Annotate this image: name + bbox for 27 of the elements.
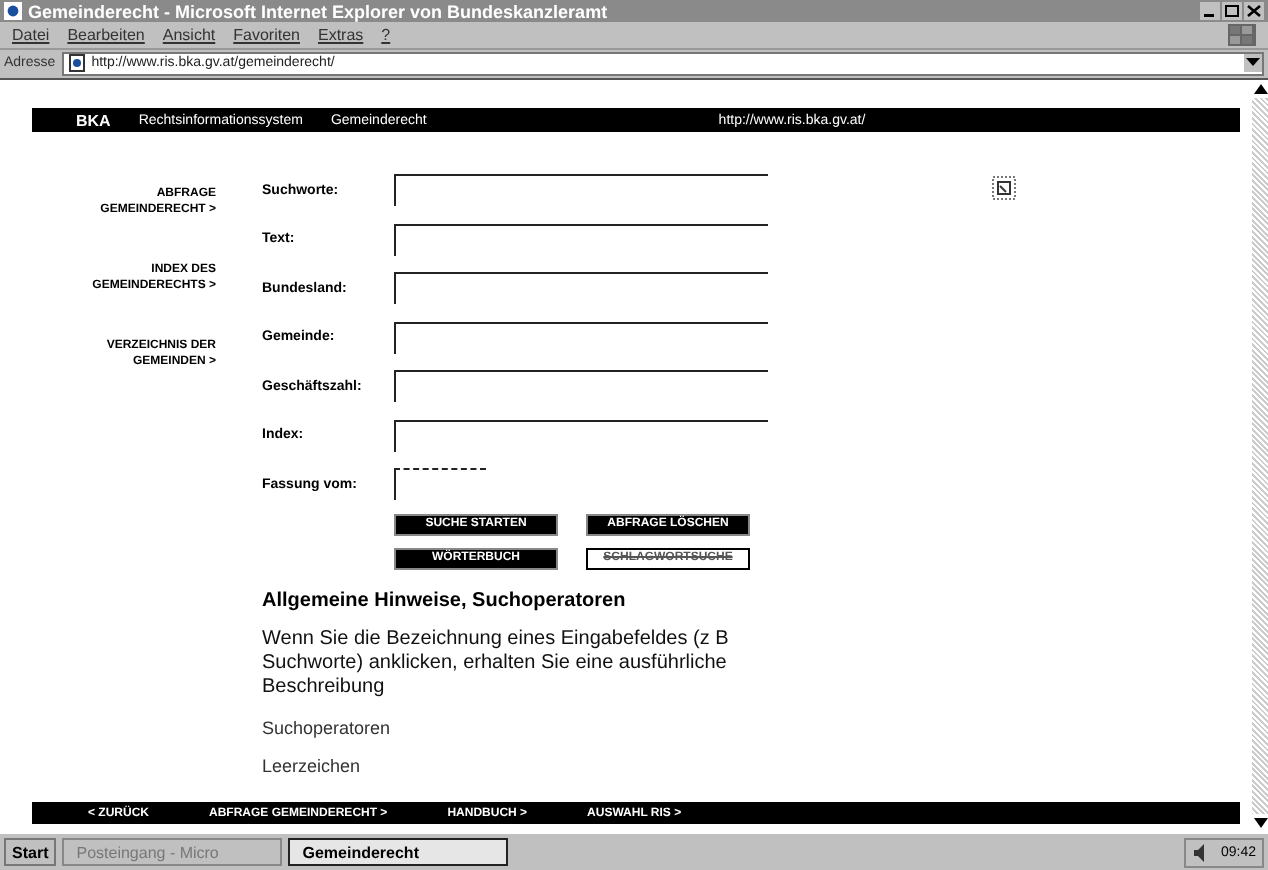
menu-item[interactable]: Favoriten	[233, 26, 300, 44]
menu-item[interactable]: Bearbeiten	[67, 26, 145, 44]
scroll-down-icon[interactable]	[1253, 818, 1267, 828]
dropdown-button[interactable]	[1244, 54, 1262, 72]
help-link[interactable]: Suchoperatoren	[262, 717, 1240, 737]
page-icon	[67, 54, 86, 72]
help-text: Wenn Sie die Bezeichnung eines Eingabefeldes (z B Suchworte) anklicken, erhalten Sie eine ausführliche Beschreibung	[262, 627, 731, 699]
start-button[interactable]: Start	[4, 838, 57, 866]
close-button[interactable]	[1244, 2, 1264, 20]
minimize-button[interactable]	[1200, 2, 1220, 20]
logo-text: BKA	[76, 111, 111, 129]
window-title: Gemeinderecht - Microsoft Internet Explorer von Bundeskanzleramt	[28, 1, 610, 21]
small-image-icon	[992, 176, 1016, 200]
help-link[interactable]: Leerzeichen	[262, 755, 1240, 775]
maximize-button[interactable]	[1222, 2, 1242, 20]
browser-icon	[4, 2, 22, 20]
scroll-up-icon[interactable]	[1253, 84, 1267, 94]
menu-item[interactable]: Ansicht	[162, 26, 216, 44]
scrollbar[interactable]	[1252, 80, 1268, 832]
caret-icon	[1246, 58, 1260, 68]
maximize-icon	[1224, 4, 1240, 18]
menu-item[interactable]: Extras	[317, 26, 364, 44]
menu-item[interactable]: Datei	[12, 26, 50, 44]
close-icon	[1246, 4, 1262, 18]
taskbar-button[interactable]: Gemeinderecht	[288, 838, 509, 866]
menu-item[interactable]: ?	[381, 26, 391, 44]
help-heading: Allgemeine Hinweise, Suchoperatoren	[262, 589, 628, 611]
